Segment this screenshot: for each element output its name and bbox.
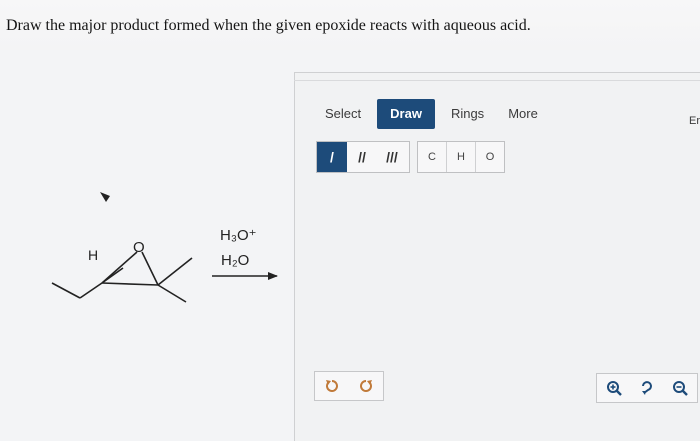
- single-bond-button[interactable]: /: [317, 142, 347, 172]
- reset-zoom-icon: [641, 381, 652, 395]
- atom-oxygen-button[interactable]: O: [476, 142, 504, 172]
- zoom-out-icon: [673, 381, 689, 396]
- tab-draw[interactable]: Draw: [377, 99, 435, 129]
- triple-bond-button[interactable]: ///: [377, 142, 407, 172]
- reaction-scheme: H O H₃O⁺ H₂O: [40, 180, 290, 320]
- zoom-in-icon: [606, 381, 622, 396]
- editor-tabs: Select Draw Rings More: [313, 99, 550, 129]
- reset-zoom-button[interactable]: [630, 374, 663, 402]
- bond-tools: / // ///: [316, 141, 410, 173]
- redo-icon: [360, 380, 372, 392]
- history-tools: [314, 371, 384, 401]
- atom-hydrogen-button[interactable]: H: [447, 142, 476, 172]
- tab-select[interactable]: Select: [313, 99, 373, 129]
- atom-carbon-button[interactable]: C: [418, 142, 447, 172]
- tab-rings[interactable]: Rings: [439, 99, 496, 129]
- editor-divider: [294, 80, 700, 81]
- tab-cut-off[interactable]: Er: [689, 115, 700, 127]
- cursor-marker: [100, 192, 110, 202]
- atom-tools: C H O: [417, 141, 505, 173]
- tab-more[interactable]: More: [496, 99, 550, 129]
- zoom-out-button[interactable]: [664, 374, 697, 402]
- zoom-tools: [596, 373, 698, 403]
- question-text: Draw the major product formed when the g…: [6, 17, 531, 34]
- epoxide-reaction-drawing: H O H₃O⁺ H₂O: [51, 192, 278, 303]
- redo-button[interactable]: [349, 372, 383, 400]
- reagent-top: H₃O⁺: [220, 227, 257, 244]
- reaction-arrowhead: [268, 272, 278, 280]
- double-bond-button[interactable]: //: [347, 142, 377, 172]
- undo-icon: [326, 380, 338, 392]
- undo-button[interactable]: [315, 372, 349, 400]
- reagent-bottom: H₂O: [221, 252, 249, 269]
- atom-o-label: O: [133, 239, 145, 256]
- zoom-in-button[interactable]: [597, 374, 630, 402]
- atom-h-label: H: [88, 247, 98, 263]
